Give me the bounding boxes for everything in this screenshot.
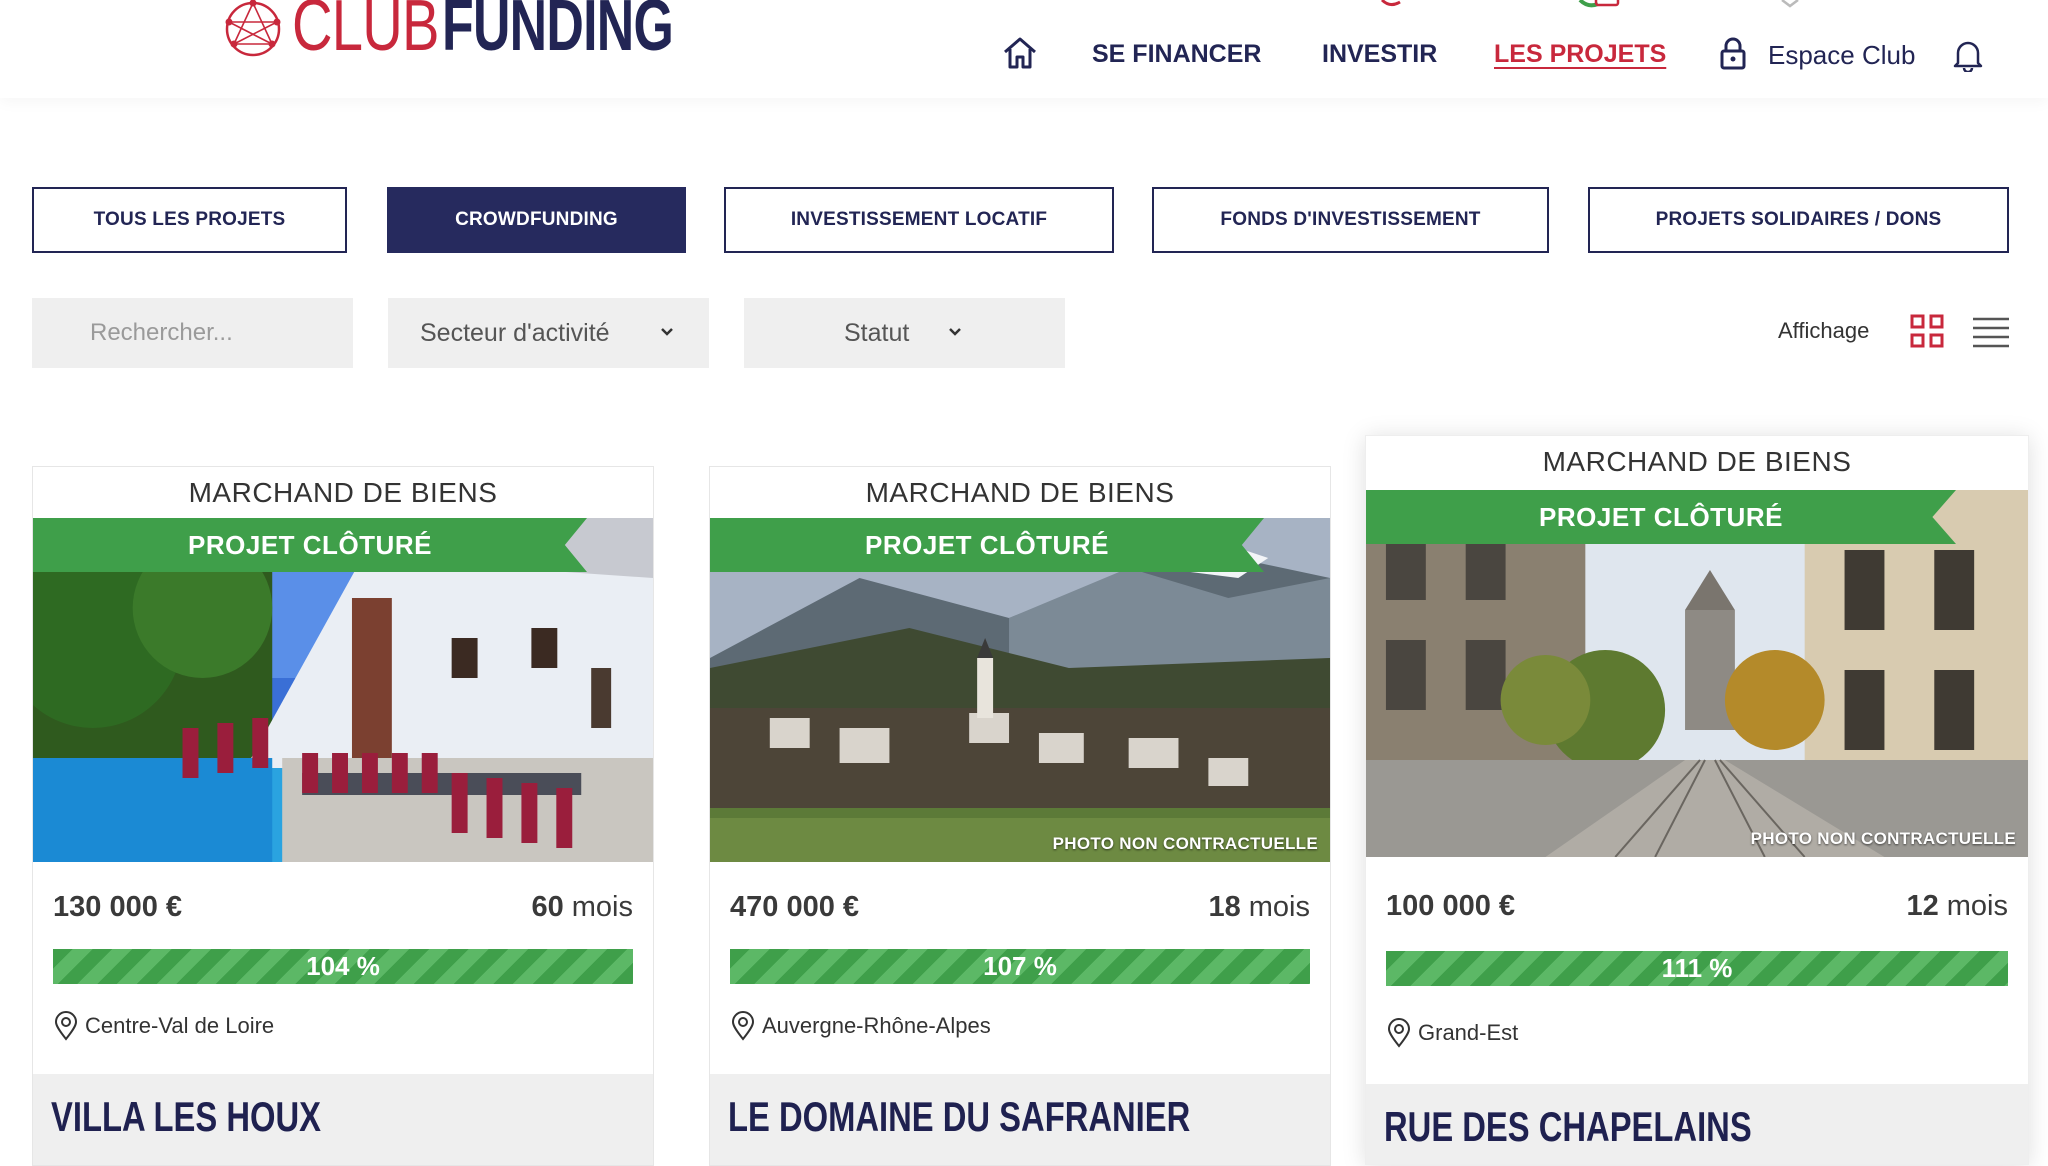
funding-progress-bar: 104 % (53, 949, 633, 984)
logo-club-text: CLUB (292, 0, 439, 66)
funding-amount: 470 000 € (730, 891, 860, 923)
card-category: MARCHAND DE BIENS (865, 477, 1175, 508)
tab-crowdfunding[interactable]: CROWDFUNDING (387, 187, 686, 253)
nav-investir[interactable]: INVESTIR (1322, 40, 1437, 69)
sector-select[interactable]: Secteur d'activité (388, 298, 709, 368)
project-title[interactable]: RUE DES CHAPELAINS (1384, 1103, 1752, 1151)
location-label: Grand-Est (1418, 1020, 1519, 1045)
location-pin-icon (54, 1011, 78, 1041)
duration-value: 60 (531, 891, 564, 923)
progress-label: 107 % (983, 951, 1057, 981)
chevron-down-icon (949, 328, 961, 336)
duration-unit: mois (571, 891, 633, 923)
wallet-icon (1578, 0, 1620, 8)
bell-icon[interactable] (1952, 38, 1984, 72)
funding-progress-bar: 107 % (730, 949, 1310, 984)
search-input[interactable]: Rechercher... (32, 298, 353, 368)
status-banner-label: PROJET CLÔTURÉ (188, 529, 432, 560)
duration-unit: mois (1248, 891, 1310, 923)
location-label: Centre-Val de Loire (85, 1013, 275, 1038)
funding-amount: 130 000 € (53, 891, 183, 923)
project-location: Grand-Est (1386, 1018, 1518, 1048)
tab-projets-solidaires[interactable]: PROJETS SOLIDAIRES / DONS (1588, 187, 2009, 253)
status-banner: PROJET CLÔTURÉ (33, 518, 587, 572)
location-label: Auvergne-Rhône-Alpes (762, 1013, 991, 1038)
clubfunding-logo[interactable]: CLUB FUNDING (220, 0, 763, 62)
duration-value: 12 (1906, 890, 1939, 922)
status-banner: PROJET CLÔTURÉ (710, 518, 1264, 572)
status-select[interactable]: Statut (744, 298, 1065, 368)
handshake-icon (1781, 0, 1799, 8)
status-banner-label: PROJET CLÔTURÉ (1539, 501, 1783, 532)
project-image-street[interactable]: PROJET CLÔTURÉ PHOTO NON CONTRACTUELLE (1366, 490, 2028, 857)
tab-investissement-locatif[interactable]: INVESTISSEMENT LOCATIF (724, 187, 1114, 253)
site-header: CLUB FUNDING SE FINANCER INVESTIR LES PR… (0, 0, 2048, 98)
funding-progress-bar: 111 % (1386, 951, 2008, 986)
location-pin-icon (731, 1011, 755, 1041)
status-banner: PROJET CLÔTURÉ (1366, 490, 1956, 544)
tab-fonds-investissement[interactable]: FONDS D'INVESTISSEMENT (1152, 187, 1549, 253)
project-location: Auvergne-Rhône-Alpes (730, 1011, 991, 1041)
photo-disclaimer: PHOTO NON CONTRACTUELLE (1750, 829, 2016, 848)
card-category: MARCHAND DE BIENS (188, 477, 498, 508)
project-location: Centre-Val de Loire (53, 1011, 274, 1041)
list-view-icon[interactable] (1972, 316, 2010, 348)
chevron-down-icon (661, 328, 673, 336)
progress-label: 104 % (306, 951, 380, 981)
project-image-village[interactable]: PROJET CLÔTURÉ PHOTO NON CONTRACTUELLE (710, 518, 1330, 862)
project-title[interactable]: VILLA LES HOUX (51, 1093, 321, 1141)
home-icon[interactable] (1002, 36, 1038, 70)
nav-se-financer[interactable]: SE FINANCER (1092, 40, 1261, 69)
funding-duration: 60 mois (531, 891, 633, 924)
funding-duration: 18 mois (1208, 891, 1310, 924)
status-banner-label: PROJET CLÔTURÉ (865, 529, 1109, 560)
status-select-label: Statut (844, 318, 910, 347)
progress-label: 111 % (1661, 953, 1733, 983)
logo-network-icon (225, 0, 281, 57)
nav-espace-club[interactable]: Espace Club (1768, 40, 1915, 71)
shield-icon (1380, 0, 1401, 7)
location-pin-icon (1387, 1018, 1411, 1048)
nav-les-projets[interactable]: LES PROJETS (1494, 40, 1666, 69)
project-card[interactable]: MARCHAND DE BIENS PROJET CLÔTURÉ PHOTO N… (709, 466, 1331, 1166)
logo-funding-text: FUNDING (442, 0, 674, 66)
duration-value: 18 (1208, 891, 1241, 923)
duration-unit: mois (1946, 890, 2008, 922)
project-card[interactable]: MARCHAND DE BIENS PROJET CLÔTURÉ PHOTO N… (1365, 435, 2029, 1165)
funding-duration: 12 mois (1906, 890, 2008, 923)
card-category: MARCHAND DE BIENS (1542, 446, 1852, 477)
tab-tous-les-projets[interactable]: TOUS LES PROJETS (32, 187, 347, 253)
project-image-villa[interactable]: PROJET CLÔTURÉ (33, 518, 653, 862)
project-title[interactable]: LE DOMAINE DU SAFRANIER (728, 1093, 1190, 1141)
display-label: Affichage (1778, 318, 1870, 343)
funding-amount: 100 000 € (1386, 890, 1516, 922)
lock-icon (1720, 37, 1746, 70)
project-card[interactable]: MARCHAND DE BIENS PROJET CLÔTURÉ 130 000… (32, 466, 654, 1166)
photo-disclaimer: PHOTO NON CONTRACTUELLE (1052, 834, 1318, 853)
sector-select-label: Secteur d'activité (420, 318, 610, 347)
grid-view-icon[interactable] (1910, 314, 1944, 348)
